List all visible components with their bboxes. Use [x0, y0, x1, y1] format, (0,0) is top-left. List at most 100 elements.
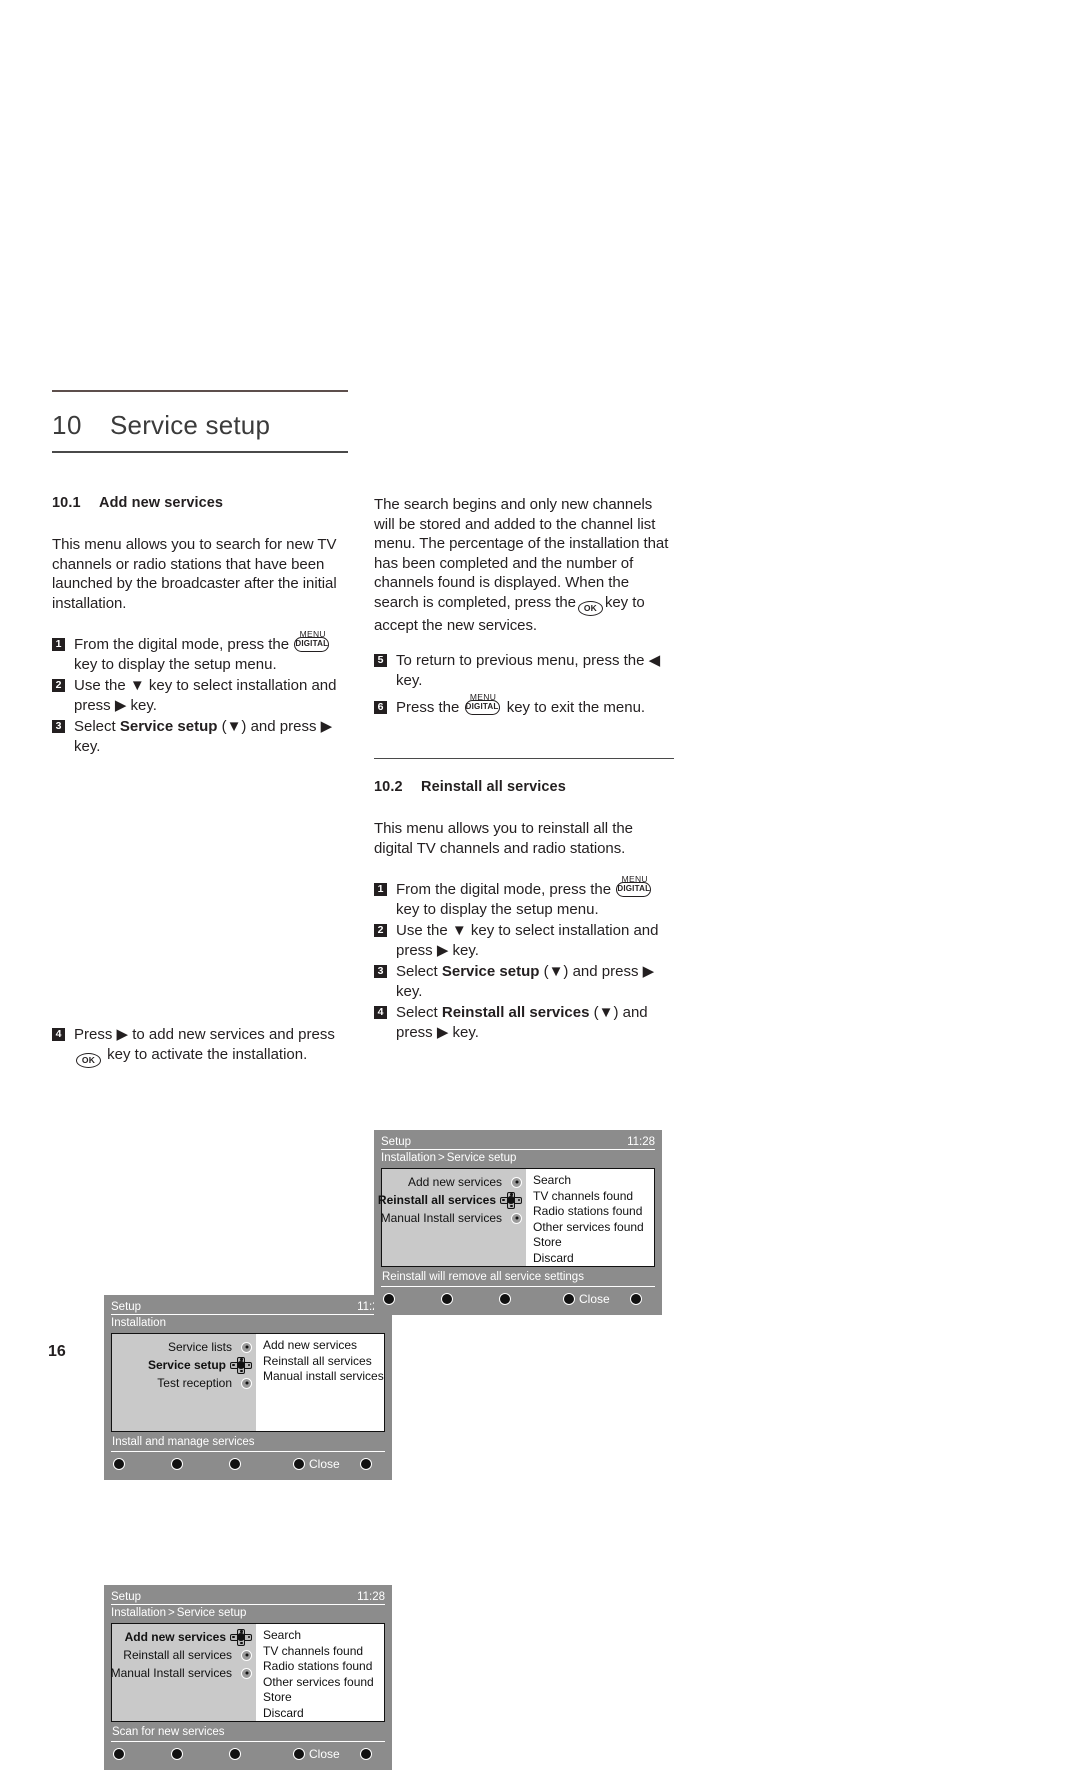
section-title: Add new services [99, 495, 224, 511]
soft-button-dot-icon [441, 1292, 453, 1305]
step-number: 1 [374, 883, 387, 896]
tv-menu-item-label: Test reception [157, 1376, 232, 1390]
steps-list-10-1: 1 From the digital mode, press the MENU D… [52, 629, 352, 756]
tv-submenu-item[interactable]: Radio stations found [263, 1659, 384, 1675]
tv-submenu-item[interactable]: Store [533, 1235, 654, 1251]
tv-soft-button[interactable] [499, 1292, 515, 1305]
tv-soft-button-close[interactable]: Close [293, 1457, 340, 1471]
tv-soft-button[interactable] [359, 1457, 376, 1470]
tv-soft-button[interactable] [359, 1747, 376, 1760]
tv-soft-button[interactable] [441, 1292, 457, 1305]
section-rule [374, 757, 674, 759]
step-number: 2 [52, 679, 65, 692]
tv-menu-item-label: Service lists [167, 1340, 232, 1354]
tv-titlebar: Setup 11:28 [381, 1135, 655, 1150]
tv-menu-item-add-new-services[interactable]: Add new services [382, 1173, 526, 1191]
tv-soft-button-close[interactable]: Close [563, 1292, 610, 1306]
tv-soft-button[interactable] [229, 1747, 245, 1760]
tv-submenu-item[interactable]: Discard [263, 1706, 384, 1722]
tv-color-button-bar: Close [381, 1287, 655, 1307]
tv-breadcrumb: Installation > Service setup [111, 1605, 385, 1623]
tv-submenu-item[interactable]: Search [263, 1628, 384, 1644]
tv-submenu-item[interactable]: Manual install services [263, 1369, 384, 1385]
tv-submenu-item[interactable]: Other services found [533, 1220, 654, 1236]
tv-soft-button[interactable] [113, 1747, 129, 1760]
tv-menu-item-reinstall-all-services[interactable]: Reinstall all services [112, 1646, 256, 1664]
tv-submenu-item[interactable]: Radio stations found [533, 1204, 654, 1220]
soft-button-dot-icon [499, 1292, 511, 1305]
section-number: 10.2 [374, 779, 403, 795]
bullet-dot-icon [241, 1667, 252, 1679]
tv-menu-item-add-new-services[interactable]: Add new services [112, 1628, 256, 1646]
menu-digital-key-icon: MENU DIGITAL [616, 874, 653, 899]
intro-paragraph-10-1: This menu allows you to search for new T… [52, 536, 337, 612]
tv-menu-item-manual-install-services[interactable]: Manual Install services [380, 1209, 526, 1227]
step-item: 1 From the digital mode, press the MENU D… [52, 629, 352, 674]
tv-menu-left-pane: Add new services Reinstall all services … [111, 1624, 256, 1721]
section-heading-10-2: 10.2 Reinstall all services [374, 779, 674, 795]
tv-menu-item-test-reception[interactable]: Test reception [112, 1374, 256, 1392]
tv-panel: Add new services Reinstall all services … [111, 1623, 385, 1722]
soft-button-dot-icon [359, 1457, 372, 1470]
soft-button-dot-icon [383, 1292, 395, 1305]
tv-soft-button[interactable] [113, 1457, 129, 1470]
tv-menu-left-pane: Add new services Reinstall all services … [378, 1169, 526, 1266]
tv-menu-item-reinstall-all-services[interactable]: Reinstall all services [378, 1191, 526, 1209]
tv-submenu-item[interactable]: Store [263, 1690, 384, 1706]
step-text: Press the MENU DIGITAL key to exit the me… [396, 692, 674, 718]
step-number: 3 [374, 965, 387, 978]
tv-menu-item-label: Manual Install services [380, 1211, 502, 1225]
tv-clock: 11:28 [627, 1136, 655, 1148]
tv-screen-service-setup-add: Setup 11:28 Installation > Service setup A… [104, 1585, 392, 1770]
tv-soft-button-close[interactable]: Close [293, 1747, 340, 1761]
tv-title: Setup [111, 1591, 142, 1603]
tv-menu-item-manual-install-services[interactable]: Manual Install services [111, 1664, 256, 1682]
tv-submenu-item[interactable]: Search [533, 1173, 654, 1189]
bullet-dot-icon [511, 1212, 522, 1224]
tv-breadcrumb: Installation > Service setup [381, 1150, 655, 1168]
tv-soft-button[interactable] [629, 1292, 646, 1305]
chapter-title-row: 10 Service setup [52, 392, 348, 451]
breadcrumb-separator-icon: > [437, 1152, 445, 1164]
steps-list-10-2: 1 From the digital mode, press the MENU D… [374, 874, 674, 1042]
manual-page: 10 Service setup 10.1 Add new services Th… [0, 0, 1080, 1770]
step-text: Press ▶ to add new services and press OK… [74, 1025, 352, 1068]
breadcrumb-part: Service setup [446, 1152, 517, 1164]
tv-submenu-item[interactable]: Other services found [263, 1675, 384, 1691]
page-number: 16 [48, 1343, 66, 1360]
step-number: 2 [374, 924, 387, 937]
tv-menu-item-label: Reinstall all services [377, 1193, 496, 1207]
step-item: 2 Use the ▼ key to select installation a… [374, 921, 674, 960]
tv-submenu-item[interactable]: Discard [533, 1251, 654, 1267]
chapter-heading-block: 10 Service setup [52, 390, 348, 453]
soft-button-dot-icon [229, 1747, 241, 1760]
step-item: 4 Select Reinstall all services (▼) and … [374, 1003, 674, 1042]
step-item: 3 Select Service setup (▼) and press ▶ k… [52, 717, 352, 756]
tv-submenu-item[interactable]: TV channels found [533, 1189, 654, 1205]
steps-list-10-1-cont: 5 To return to previous menu, press the … [374, 651, 674, 718]
tv-panel: Add new services Reinstall all services … [378, 1168, 655, 1267]
tv-title: Setup [111, 1301, 142, 1313]
tv-soft-button[interactable] [171, 1747, 187, 1760]
tv-submenu-item[interactable]: Add new services [263, 1338, 384, 1354]
tv-soft-button[interactable] [383, 1292, 399, 1305]
section-number: 10.1 [52, 495, 81, 511]
soft-button-dot-icon [113, 1747, 125, 1760]
step-text: Use the ▼ key to select installation and… [74, 677, 337, 714]
tv-menu-item-service-lists[interactable]: Service lists [112, 1338, 256, 1356]
chapter-number: 10 [52, 410, 82, 440]
tv-soft-button[interactable] [229, 1457, 245, 1470]
navigation-cross-icon [230, 1628, 252, 1646]
tv-menu-item-service-setup[interactable]: Service setup [112, 1356, 256, 1374]
bullet-dot-icon [241, 1341, 252, 1353]
tv-submenu-item[interactable]: TV channels found [263, 1644, 384, 1660]
ok-key-icon: OK [577, 600, 603, 616]
right-column: The search begins and only new channels … [374, 495, 674, 1044]
step-text: From the digital mode, press the MENU DIG… [396, 874, 674, 919]
tv-soft-button[interactable] [171, 1457, 187, 1470]
tv-menu-item-label: Service setup [147, 1358, 226, 1372]
step-text: Select Reinstall all services (▼) and pr… [396, 1004, 648, 1041]
intro-paragraph-10-2: This menu allows you to reinstall all th… [374, 820, 633, 857]
tv-submenu-item[interactable]: Reinstall all services [263, 1354, 384, 1370]
tv-color-button-bar: Close [111, 1742, 385, 1762]
